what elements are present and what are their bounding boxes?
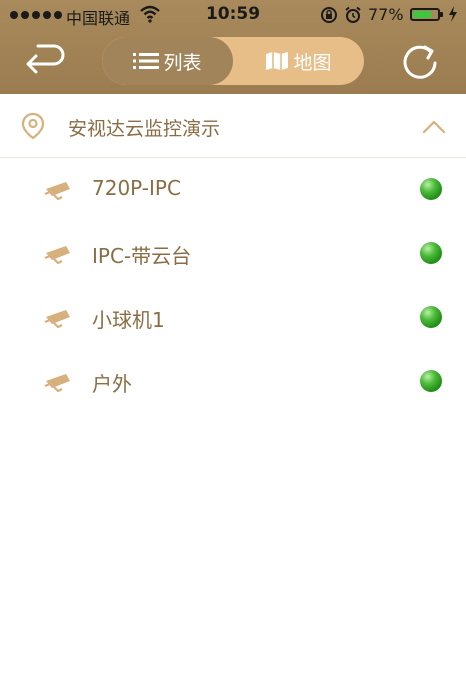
- charging-icon: [449, 6, 457, 22]
- device-name: 户外: [92, 372, 132, 396]
- device-row[interactable]: 720P-IPC: [0, 158, 466, 222]
- view-segmented-control: 列表 地图: [102, 37, 364, 85]
- back-button[interactable]: [20, 40, 66, 82]
- refresh-icon: [403, 45, 437, 79]
- location-pin-icon: [21, 112, 45, 140]
- device-name: 小球机1: [92, 308, 165, 332]
- tab-list[interactable]: 列表: [102, 37, 233, 85]
- map-icon: [266, 52, 289, 70]
- status-online-indicator: [420, 242, 442, 264]
- battery-fill: [413, 11, 432, 18]
- camera-icon: [44, 246, 70, 264]
- battery-percent: 77%: [368, 5, 404, 24]
- status-online-indicator: [420, 370, 442, 392]
- top-bar: 中国联通 10:59 77% 列表 地图: [0, 0, 466, 94]
- device-row[interactable]: 户外: [0, 350, 466, 414]
- device-row[interactable]: IPC-带云台: [0, 222, 466, 286]
- tab-map[interactable]: 地图: [233, 37, 364, 85]
- refresh-button[interactable]: [398, 40, 442, 84]
- group-title: 安视达云监控演示: [68, 118, 221, 140]
- back-arrow-icon: [26, 44, 65, 74]
- tab-list-label: 列表: [163, 51, 202, 74]
- device-name: 720P-IPC: [92, 176, 181, 200]
- device-row[interactable]: 小球机1: [0, 286, 466, 350]
- rotation-lock-icon: [321, 7, 337, 23]
- device-group-header[interactable]: 安视达云监控演示: [0, 94, 466, 158]
- status-online-indicator: [420, 178, 442, 200]
- camera-icon: [44, 374, 70, 392]
- chevron-up-icon[interactable]: [422, 120, 446, 134]
- list-icon: [133, 53, 160, 69]
- tab-map-label: 地图: [293, 51, 332, 74]
- camera-icon: [44, 310, 70, 328]
- camera-icon: [44, 182, 70, 200]
- battery-icon: [410, 8, 443, 21]
- status-online-indicator: [420, 306, 442, 328]
- status-bar: 中国联通 10:59 77%: [0, 0, 466, 30]
- device-name: IPC-带云台: [92, 244, 192, 268]
- alarm-icon: [345, 6, 361, 23]
